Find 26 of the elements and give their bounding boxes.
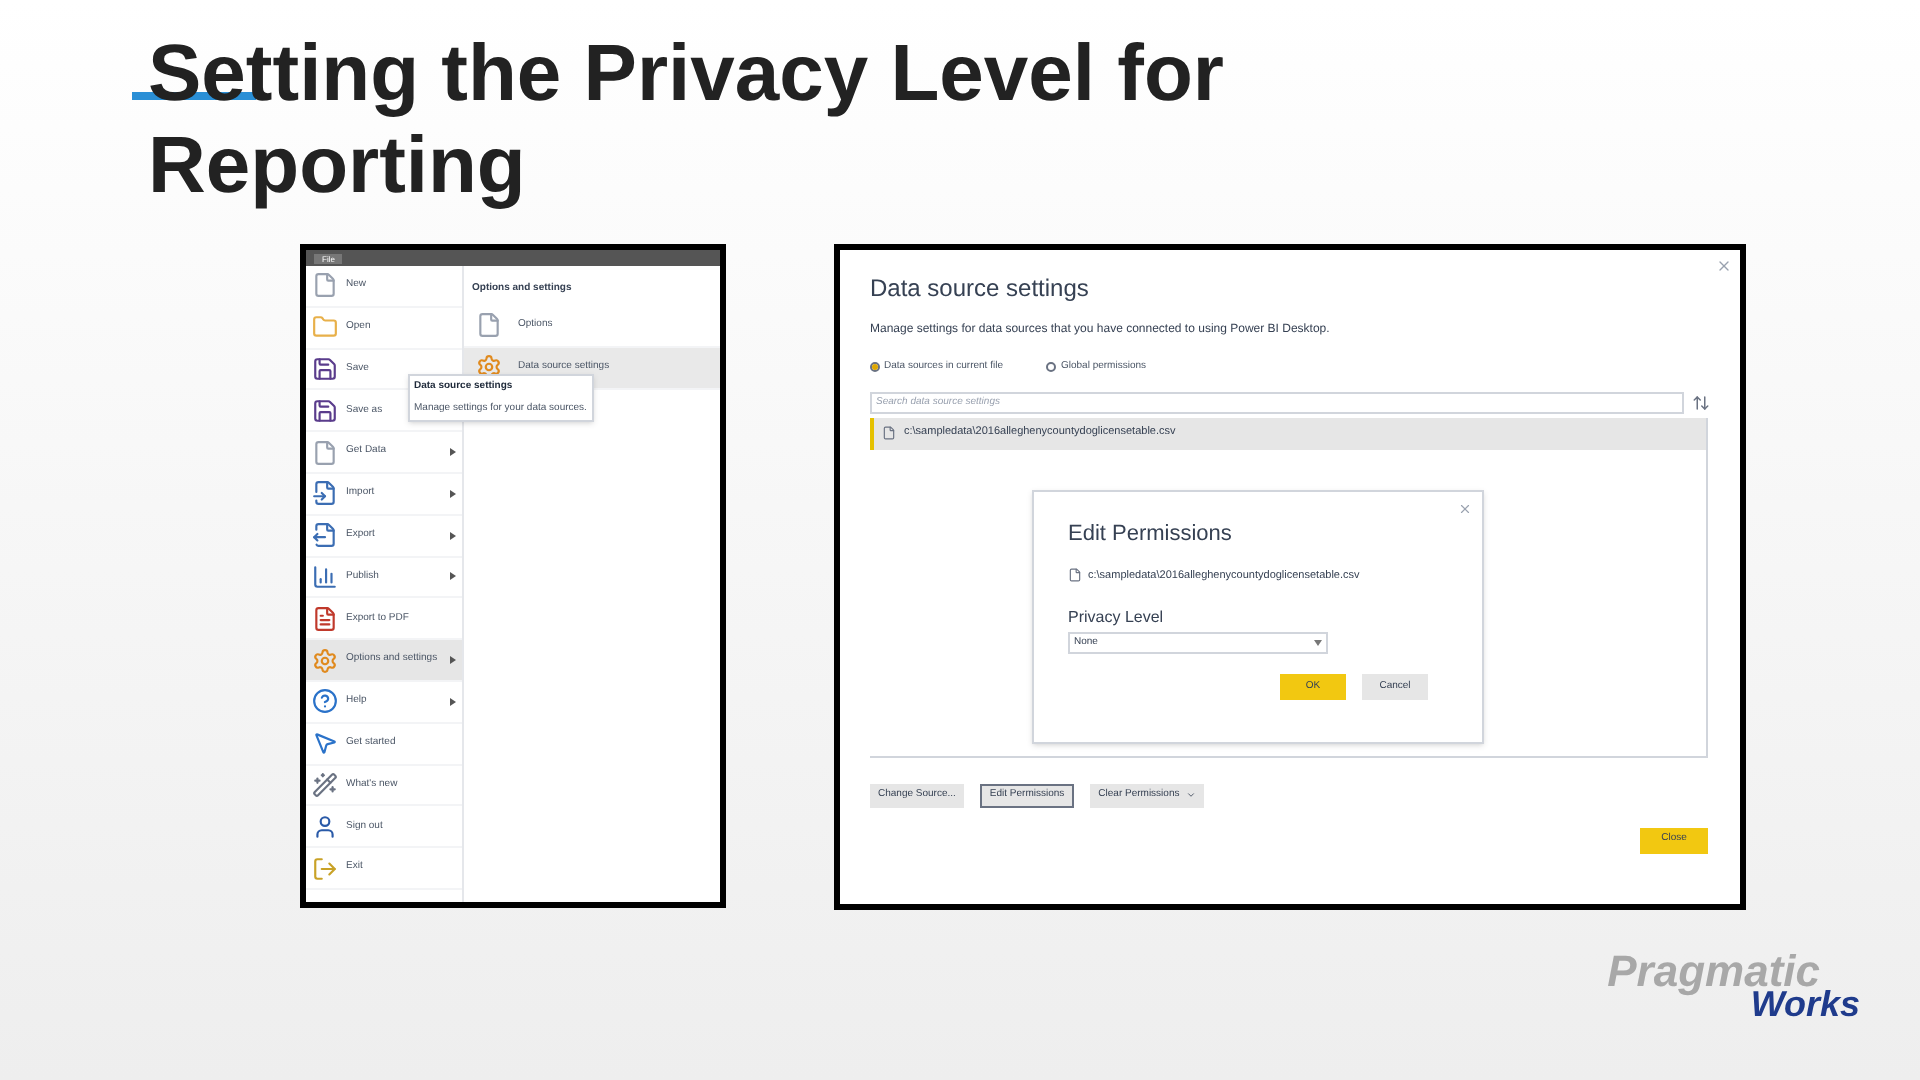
pointer-icon xyxy=(312,730,338,757)
slide-title: Setting the Privacy Level for Reporting xyxy=(148,28,1226,212)
dialog-title: Data source settings xyxy=(870,272,1091,306)
document-icon xyxy=(882,426,896,440)
import-icon xyxy=(312,480,338,507)
document-icon xyxy=(312,439,338,466)
user-icon xyxy=(312,813,338,840)
close-icon[interactable] xyxy=(1458,502,1472,516)
gear-icon xyxy=(312,647,338,674)
bar-chart-icon xyxy=(312,563,338,590)
logo: Pragmatic Works xyxy=(1605,950,1862,1022)
help-icon xyxy=(312,688,338,715)
pdf-icon xyxy=(312,605,338,632)
sort-icon[interactable] xyxy=(1692,393,1710,411)
wand-icon xyxy=(312,771,338,798)
exit-icon xyxy=(312,855,338,882)
privacy-level-label: Privacy Level xyxy=(1068,605,1166,630)
export-icon xyxy=(312,522,338,549)
edit-permissions-title: Edit Permissions xyxy=(1068,520,1234,550)
gear-icon xyxy=(476,354,502,380)
document-icon xyxy=(476,312,502,338)
close-icon[interactable] xyxy=(1716,258,1732,274)
folder-icon xyxy=(312,314,338,341)
caret-icon xyxy=(1314,639,1322,646)
document-icon xyxy=(312,272,338,299)
document-icon xyxy=(1068,568,1082,583)
